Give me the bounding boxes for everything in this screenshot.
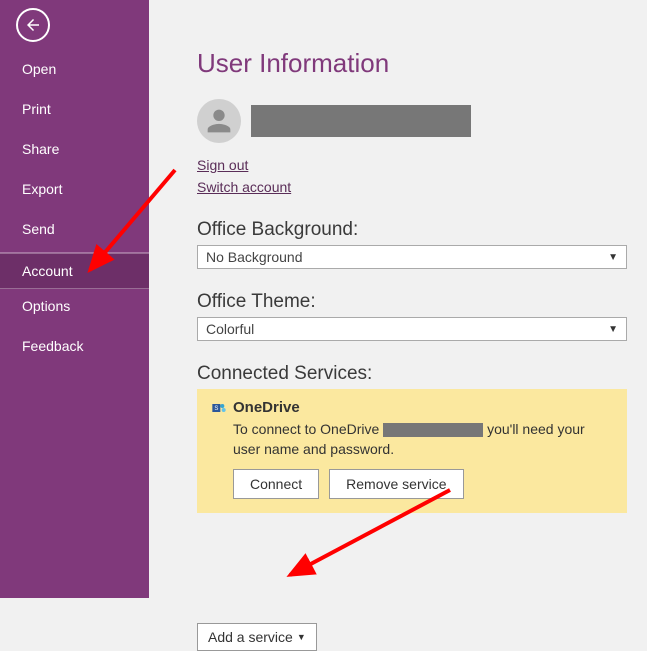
sidebar-item-label: Export <box>22 181 62 197</box>
service-account-redacted <box>383 423 483 437</box>
dropdown-value: No Background <box>206 249 303 265</box>
sign-out-link[interactable]: Sign out <box>197 157 248 173</box>
caret-down-icon: ▼ <box>608 252 618 263</box>
sidebar-item-label: Print <box>22 101 51 117</box>
sidebar-item-account[interactable]: Account <box>0 253 149 289</box>
sidebar-item-share[interactable]: Share <box>0 132 149 166</box>
sidebar-item-export[interactable]: Export <box>0 172 149 206</box>
avatar <box>197 99 241 143</box>
caret-down-icon: ▼ <box>297 632 306 642</box>
person-icon <box>202 104 236 138</box>
sidebar-item-open[interactable]: Open <box>0 52 149 86</box>
main-content: User Information Sign out Switch account… <box>149 0 647 598</box>
sidebar: Open Print Share Export Send Account Opt… <box>0 0 149 598</box>
sidebar-item-label: Options <box>22 298 70 314</box>
sidebar-item-send[interactable]: Send <box>0 212 149 246</box>
add-service-button[interactable]: Add a service ▼ <box>197 623 317 651</box>
page-title: User Information <box>197 48 627 79</box>
sharepoint-icon: S <box>211 400 227 416</box>
office-background-dropdown[interactable]: No Background ▼ <box>197 245 627 269</box>
sidebar-item-label: Account <box>22 263 73 279</box>
svg-text:S: S <box>214 406 218 412</box>
add-service-label: Add a service <box>208 629 293 645</box>
office-theme-dropdown[interactable]: Colorful ▼ <box>197 317 627 341</box>
back-button[interactable] <box>16 8 50 42</box>
dropdown-value: Colorful <box>206 321 254 337</box>
sidebar-item-feedback[interactable]: Feedback <box>0 329 149 363</box>
connected-services-label: Connected Services: <box>197 363 627 385</box>
sidebar-item-label: Open <box>22 61 56 77</box>
office-theme-label: Office Theme: <box>197 291 627 313</box>
service-title: OneDrive <box>233 399 300 416</box>
switch-account-link[interactable]: Switch account <box>197 179 291 195</box>
caret-down-icon: ▼ <box>608 324 618 335</box>
sidebar-item-label: Feedback <box>22 338 83 354</box>
arrow-left-icon <box>24 16 42 34</box>
service-description: To connect to OneDrive you'll need your … <box>233 420 613 459</box>
connected-services-box: S OneDrive To connect to OneDrive you'll… <box>197 389 627 513</box>
remove-service-button[interactable]: Remove service <box>329 469 463 499</box>
sidebar-item-label: Share <box>22 141 59 157</box>
sidebar-item-options[interactable]: Options <box>0 289 149 323</box>
connect-button[interactable]: Connect <box>233 469 319 499</box>
office-background-label: Office Background: <box>197 219 627 241</box>
user-name-redacted <box>251 105 471 137</box>
sidebar-item-label: Send <box>22 221 55 237</box>
sidebar-item-print[interactable]: Print <box>0 92 149 126</box>
